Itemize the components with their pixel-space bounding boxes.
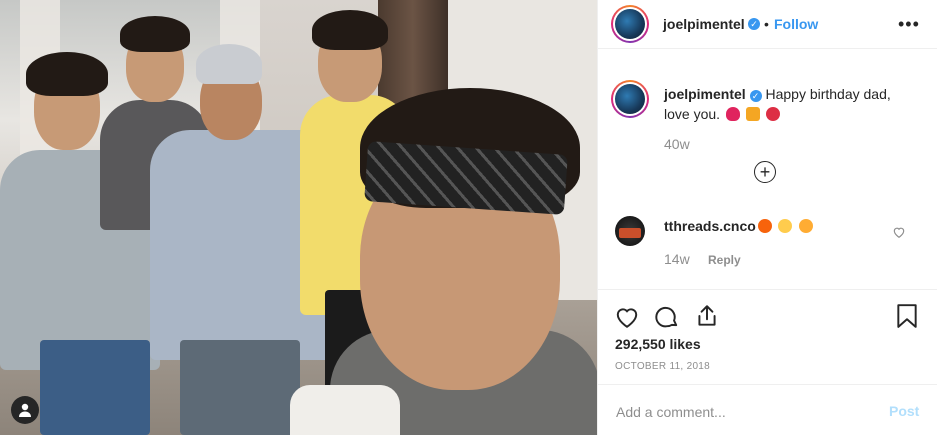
party-popper-emoji-icon xyxy=(745,107,760,121)
verified-badge-icon: ✓ xyxy=(749,90,762,102)
plus-circle-icon[interactable]: + xyxy=(754,161,776,183)
author-avatar[interactable] xyxy=(611,5,649,43)
comment-box: Post xyxy=(598,384,937,436)
follow-button[interactable]: Follow xyxy=(774,16,818,32)
heart-icon[interactable] xyxy=(614,304,640,330)
commenter-avatar[interactable] xyxy=(615,216,645,246)
comment-username[interactable]: tthreads.cnco xyxy=(664,218,756,234)
heart-eyes-face-emoji-icon xyxy=(798,219,813,233)
comment-input[interactable] xyxy=(614,403,858,421)
post-caption: joelpimentel ✓ Happy birthday dad, love … xyxy=(664,84,914,124)
caption-author-avatar[interactable] xyxy=(611,80,649,118)
separator-dot: • xyxy=(764,16,769,32)
comment-emojis xyxy=(756,218,813,236)
likes-count[interactable]: 292,550 likes xyxy=(615,336,701,352)
instagram-post-view: joelpimentel ✓ • Follow ••• joelpimentel… xyxy=(0,0,937,435)
post-actions-bar xyxy=(598,289,937,328)
comment-like-heart-icon[interactable] xyxy=(892,225,906,239)
user-silhouette-icon[interactable] xyxy=(11,396,39,424)
post-side-panel: joelpimentel ✓ • Follow ••• joelpimentel… xyxy=(597,0,937,435)
disappointed-face-emoji-icon xyxy=(778,219,793,233)
fire-emoji-icon xyxy=(758,219,772,233)
post-comment-button[interactable]: Post xyxy=(889,403,919,419)
share-icon[interactable] xyxy=(694,303,720,329)
post-date[interactable]: October 11, 2018 xyxy=(615,361,710,372)
post-header: joelpimentel ✓ • Follow ••• xyxy=(598,0,937,49)
post-photo[interactable] xyxy=(0,0,597,435)
author-username[interactable]: joelpimentel xyxy=(663,16,745,32)
caption-username[interactable]: joelpimentel xyxy=(664,86,746,102)
more-options-icon[interactable]: ••• xyxy=(898,14,920,35)
comment-timestamp[interactable]: 14w xyxy=(664,251,690,267)
bookmark-icon[interactable] xyxy=(896,303,918,329)
balloon-emoji-icon xyxy=(765,107,780,121)
caption-timestamp[interactable]: 40w xyxy=(664,136,690,152)
reply-button[interactable]: Reply xyxy=(708,253,741,267)
comment-bubble-icon[interactable] xyxy=(654,304,680,330)
verified-badge-icon: ✓ xyxy=(748,18,760,30)
heart-emoji-icon xyxy=(725,107,740,121)
